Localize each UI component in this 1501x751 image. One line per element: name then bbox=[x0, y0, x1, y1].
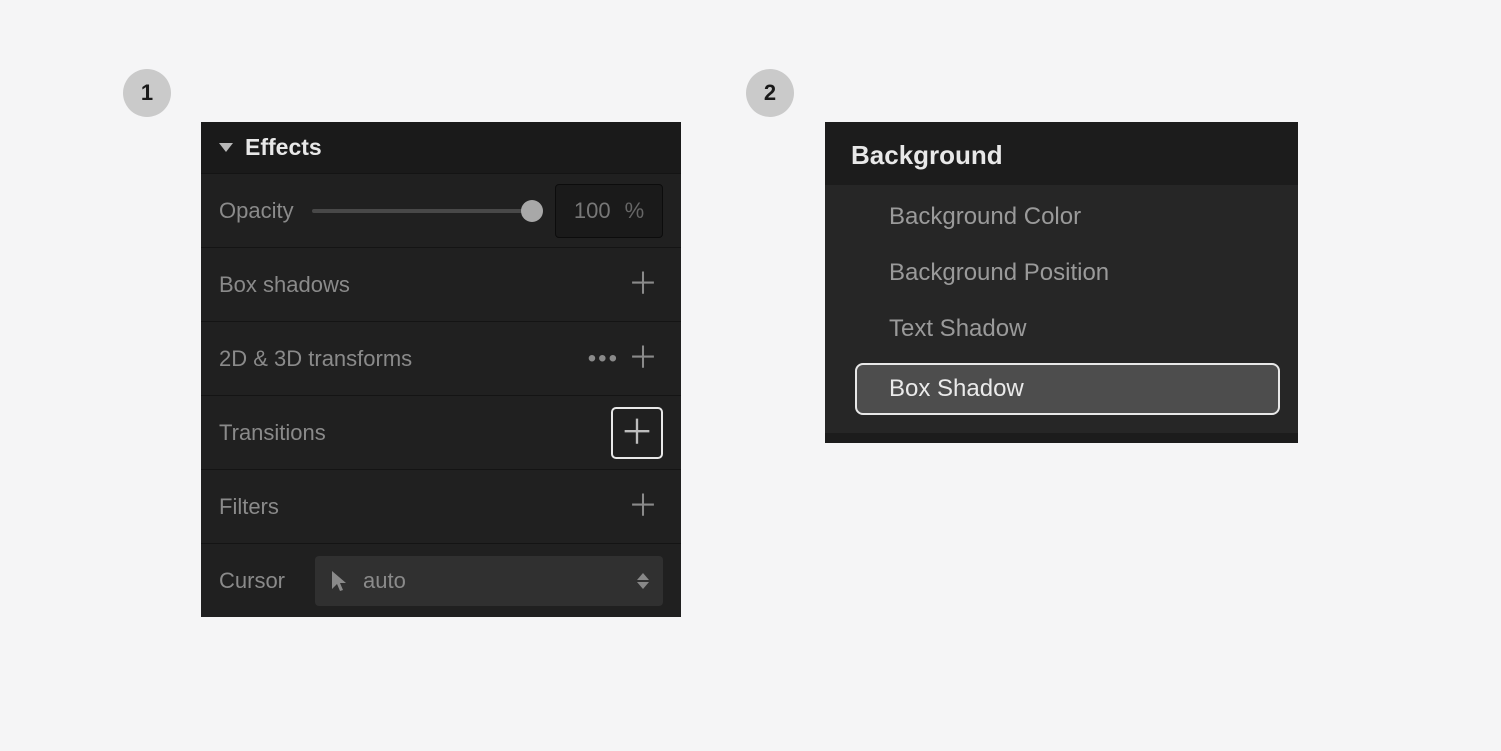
plus-icon: ＋ bbox=[620, 416, 654, 450]
transforms-label: 2D & 3D transforms bbox=[219, 346, 412, 372]
plus-icon: ＋ bbox=[628, 492, 658, 522]
select-arrows-icon bbox=[637, 573, 649, 589]
transforms-row: 2D & 3D transforms ••• ＋ bbox=[201, 321, 681, 395]
opacity-input[interactable]: 100 % bbox=[555, 184, 663, 238]
cursor-row: Cursor auto bbox=[201, 543, 681, 617]
transition-property-menu: Background Background Color Background P… bbox=[825, 122, 1298, 443]
opacity-value: 100 bbox=[574, 198, 611, 224]
menu-item-background-position[interactable]: Background Position bbox=[825, 245, 1298, 301]
menu-item-box-shadow[interactable]: Box Shadow bbox=[855, 363, 1280, 415]
opacity-slider-thumb[interactable] bbox=[521, 200, 543, 222]
opacity-row: Opacity 100 % bbox=[201, 173, 681, 247]
add-filter-button[interactable]: ＋ bbox=[623, 487, 663, 527]
effects-panel: Effects Opacity 100 % Box shadows ＋ 2D &… bbox=[201, 122, 681, 617]
cursor-label: Cursor bbox=[219, 568, 297, 594]
menu-group-title: Background bbox=[825, 122, 1298, 185]
menu-list: Background Color Background Position Tex… bbox=[825, 185, 1298, 433]
filters-row: Filters ＋ bbox=[201, 469, 681, 543]
box-shadows-row: Box shadows ＋ bbox=[201, 247, 681, 321]
menu-item-box-shadow-wrap[interactable]: Box Shadow bbox=[825, 357, 1298, 421]
opacity-slider[interactable] bbox=[312, 209, 541, 213]
effects-header[interactable]: Effects bbox=[201, 122, 681, 173]
collapse-triangle-icon[interactable] bbox=[219, 143, 233, 152]
transitions-label: Transitions bbox=[219, 420, 326, 446]
cursor-arrow-icon bbox=[329, 569, 349, 593]
transitions-row: Transitions ＋ bbox=[201, 395, 681, 469]
cursor-select[interactable]: auto bbox=[315, 556, 663, 606]
more-icon[interactable]: ••• bbox=[588, 345, 619, 373]
cursor-value: auto bbox=[363, 568, 406, 594]
plus-icon: ＋ bbox=[628, 344, 658, 374]
add-transition-button[interactable]: ＋ bbox=[611, 407, 663, 459]
menu-item-text-shadow[interactable]: Text Shadow bbox=[825, 301, 1298, 357]
effects-title: Effects bbox=[245, 134, 322, 161]
opacity-label: Opacity bbox=[219, 198, 294, 224]
add-transform-button[interactable]: ＋ bbox=[623, 339, 663, 379]
opacity-unit: % bbox=[625, 198, 645, 224]
plus-icon: ＋ bbox=[628, 270, 658, 300]
box-shadows-label: Box shadows bbox=[219, 272, 350, 298]
step-badge-2: 2 bbox=[746, 69, 794, 117]
filters-label: Filters bbox=[219, 494, 279, 520]
step-badge-1: 1 bbox=[123, 69, 171, 117]
menu-item-background-color[interactable]: Background Color bbox=[825, 189, 1298, 245]
add-box-shadow-button[interactable]: ＋ bbox=[623, 265, 663, 305]
